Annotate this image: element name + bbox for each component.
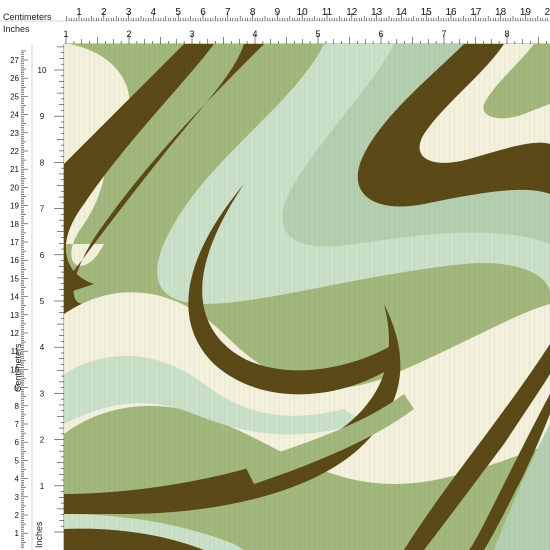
- left-cm-tick-label: 7: [15, 420, 20, 429]
- left-inch-tick-label: 6: [40, 251, 45, 260]
- top-cm-tick-label: 6: [200, 7, 206, 18]
- top-cm-tick-label: 7: [225, 7, 231, 18]
- left-cm-tick-label: 13: [10, 311, 19, 320]
- top-cm-tick-label: 14: [396, 7, 408, 18]
- top-cm-tick-label: 18: [495, 7, 507, 18]
- left-cm-tick-label: 17: [10, 238, 19, 247]
- left-cm-tick-label: 27: [10, 56, 19, 65]
- top-cm-tick-label: 10: [297, 7, 309, 18]
- left-inch-tick-label: 1: [40, 482, 45, 491]
- left-cm-tick-label: 6: [15, 438, 20, 447]
- top-cm-tick-label: 16: [445, 7, 457, 18]
- left-inch-tick-label: 2: [40, 436, 45, 445]
- top-inch-tick-label: 6: [378, 29, 383, 39]
- top-inches-label: Inches: [3, 24, 30, 34]
- left-inch-tick-label: 7: [40, 205, 45, 214]
- left-cm-tick-label: 24: [10, 111, 19, 120]
- left-cm-tick-label: 26: [10, 74, 19, 83]
- left-cm-tick-label: 21: [10, 165, 19, 174]
- top-cm-tick-label: 1: [76, 7, 82, 18]
- left-inch-tick-label: 9: [40, 112, 45, 121]
- wavy-pattern-image: [64, 44, 550, 550]
- top-cm-tick-label: 13: [371, 7, 383, 18]
- left-inch-tick-label: 8: [40, 158, 45, 167]
- left-cm-tick-label: 3: [15, 493, 20, 502]
- left-cm-tick-label: 20: [10, 183, 19, 192]
- left-centimeters-label: Centimeters: [13, 343, 23, 392]
- top-cm-tick-label: 11: [322, 7, 333, 18]
- left-cm-tick-label: 1: [15, 529, 20, 538]
- left-cm-tick-label: 5: [15, 456, 20, 465]
- left-cm-tick-label: 4: [15, 475, 20, 484]
- top-cm-tick-label: 20: [545, 7, 550, 18]
- top-inch-tick-label: 1: [63, 29, 68, 39]
- left-cm-tick-label: 19: [10, 202, 19, 211]
- top-cm-tick-label: 4: [151, 7, 157, 18]
- left-cm-tick-label: 18: [10, 220, 19, 229]
- top-cm-tick-label: 15: [421, 7, 433, 18]
- left-cm-tick-label: 2: [15, 511, 20, 520]
- left-inch-tick-label: 4: [40, 343, 45, 352]
- top-cm-tick-label: 12: [346, 7, 358, 18]
- top-cm-tick-label: 5: [175, 7, 181, 18]
- left-inch-tick-label: 5: [40, 297, 45, 306]
- left-cm-tick-label: 12: [10, 329, 19, 338]
- top-cm-tick-label: 2: [101, 7, 107, 18]
- top-inch-tick-label: 5: [315, 29, 320, 39]
- top-inch-tick-label: 7: [441, 29, 446, 39]
- top-centimeters-label: Centimeters: [3, 12, 52, 22]
- top-inch-tick-label: 8: [504, 29, 509, 39]
- left-cm-tick-label: 14: [10, 293, 19, 302]
- top-inch-tick-label: 3: [189, 29, 194, 39]
- top-inch-tick-label: 4: [252, 29, 257, 39]
- top-cm-tick-label: 3: [126, 7, 132, 18]
- left-cm-tick-label: 22: [10, 147, 19, 156]
- top-cm-tick-label: 19: [520, 7, 532, 18]
- top-cm-tick-label: 17: [470, 7, 482, 18]
- fabric-swatch: [64, 44, 550, 550]
- left-cm-tick-label: 25: [10, 92, 19, 101]
- top-cm-tick-label: 9: [275, 7, 281, 18]
- left-inch-tick-label: 10: [38, 66, 47, 75]
- left-cm-tick-label: 23: [10, 129, 19, 138]
- top-cm-tick-label: 8: [250, 7, 256, 18]
- left-cm-tick-label: 15: [10, 274, 19, 283]
- left-cm-tick-label: 16: [10, 256, 19, 265]
- top-inch-tick-label: 2: [126, 29, 131, 39]
- left-inch-tick-label: 3: [40, 389, 45, 398]
- left-cm-tick-label: 8: [15, 402, 20, 411]
- left-inches-label: Inches: [34, 521, 44, 548]
